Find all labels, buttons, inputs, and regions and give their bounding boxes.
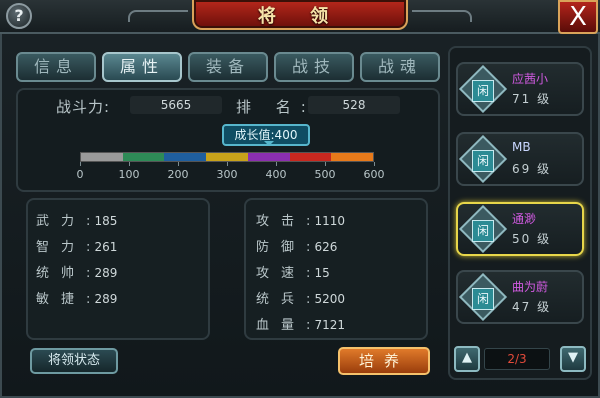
power-value: 5665 [130, 96, 222, 114]
growth-tick [276, 162, 277, 166]
chevron-up-icon: ▲ [462, 350, 472, 365]
general-card[interactable]: 闲 应茜小 71 级 [456, 62, 584, 116]
general-card[interactable]: 闲 MB 69 级 [456, 132, 584, 186]
page-up-button[interactable]: ▲ [454, 346, 480, 372]
avatar-icon: 闲 [472, 150, 494, 172]
growth-segment [81, 153, 123, 161]
tab-attributes[interactable]: 属性 [102, 52, 182, 82]
stat-label: 统帅 [36, 266, 87, 281]
growth-tick [178, 162, 179, 166]
growth-segment [164, 153, 207, 161]
growth-tick [80, 162, 81, 166]
growth-segment [247, 153, 290, 161]
stat-row: 武力: 185 [36, 210, 117, 229]
stat-row: 敏捷: 289 [36, 288, 117, 307]
growth-tick-label: 400 [265, 168, 287, 181]
stat-label: 血量 [256, 318, 307, 333]
tab-info[interactable]: 信息 [16, 52, 96, 82]
stat-value: 289 [94, 266, 118, 280]
stat-label: 敏捷 [36, 292, 87, 307]
stat-row: 血量: 7121 [256, 314, 345, 333]
general-level: 69 级 [512, 162, 552, 176]
growth-bar [80, 152, 374, 162]
stat-row: 统帅: 289 [36, 262, 117, 281]
stat-label: 智力 [36, 240, 87, 255]
general-name: 应茜小 [512, 72, 549, 86]
stat-value: 5200 [314, 292, 346, 306]
stat-row: 统兵: 5200 [256, 288, 345, 307]
stat-value: 7121 [314, 318, 346, 332]
stat-value: 1110 [314, 214, 346, 228]
stat-value: 185 [94, 214, 118, 228]
close-button[interactable]: X [558, 0, 598, 34]
stat-row: 攻击: 1110 [256, 210, 345, 229]
stat-label: 武力 [36, 214, 87, 229]
avatar-icon: 闲 [472, 220, 494, 242]
general-name: MB [512, 140, 531, 154]
rank-label: 排 名: [236, 98, 316, 116]
stat-row: 智力: 261 [36, 236, 117, 255]
growth-segment [289, 153, 332, 161]
general-level: 71 级 [512, 92, 552, 106]
growth-tick [227, 162, 228, 166]
tab-soul[interactable]: 战魂 [360, 52, 440, 82]
chevron-down-icon: ▼ [568, 350, 578, 365]
page-indicator: 2/3 [484, 348, 550, 370]
stat-value: 261 [94, 240, 118, 254]
stat-value: 289 [94, 292, 118, 306]
stat-value: 15 [314, 266, 330, 280]
rank-value: 528 [308, 96, 400, 114]
general-status-button[interactable]: 将领状态 [30, 348, 118, 374]
growth-tick-label: 200 [167, 168, 189, 181]
help-button[interactable]: ? [6, 3, 32, 29]
growth-tick-label: 300 [216, 168, 238, 181]
growth-tick [374, 162, 375, 166]
stat-label: 统兵 [256, 292, 307, 307]
general-name: 曲为蔚 [512, 280, 549, 294]
stat-label: 攻速 [256, 266, 307, 281]
growth-segment [122, 153, 165, 161]
general-level: 47 级 [512, 300, 552, 314]
growth-tick-label: 100 [118, 168, 140, 181]
header-ornament-left [128, 10, 188, 22]
avatar-icon: 闲 [472, 80, 494, 102]
general-name: 通渺 [512, 212, 537, 226]
general-card-selected[interactable]: 闲 通渺 50 级 [456, 202, 584, 256]
tab-equipment[interactable]: 装备 [188, 52, 268, 82]
stat-label: 防御 [256, 240, 307, 255]
general-level: 50 级 [512, 232, 552, 246]
base-stats-panel: 武力: 185 智力: 261 统帅: 289 敏捷: 289 [26, 198, 210, 340]
stat-label: 攻击 [256, 214, 307, 229]
growth-segment [331, 153, 373, 161]
stat-row: 防御: 626 [256, 236, 337, 255]
title-plate: 将 领 [192, 0, 408, 30]
growth-tick [325, 162, 326, 166]
stat-row: 攻速: 15 [256, 262, 330, 281]
help-icon: ? [14, 6, 24, 25]
growth-tooltip: 成长值:400 [222, 124, 310, 146]
growth-tick-label: 0 [76, 168, 84, 181]
cultivate-button[interactable]: 培养 [338, 347, 430, 375]
header-bar: ? 将 领 X [0, 0, 600, 34]
page-down-button[interactable]: ▼ [560, 346, 586, 372]
combat-stats-panel: 攻击: 1110 防御: 626 攻速: 15 统兵: 5200 血量: 712… [244, 198, 428, 340]
general-card[interactable]: 闲 曲为蔚 47 级 [456, 270, 584, 324]
growth-tick [129, 162, 130, 166]
header-ornament-right [412, 10, 472, 22]
window-title: 将 领 [257, 6, 343, 27]
avatar-icon: 闲 [472, 288, 494, 310]
close-icon: X [569, 2, 587, 32]
growth-tick-label: 600 [363, 168, 385, 181]
growth-segment [206, 153, 248, 161]
power-label: 战斗力: [56, 98, 111, 116]
tab-skills[interactable]: 战技 [274, 52, 354, 82]
stat-value: 626 [314, 240, 338, 254]
growth-tick-label: 500 [314, 168, 336, 181]
